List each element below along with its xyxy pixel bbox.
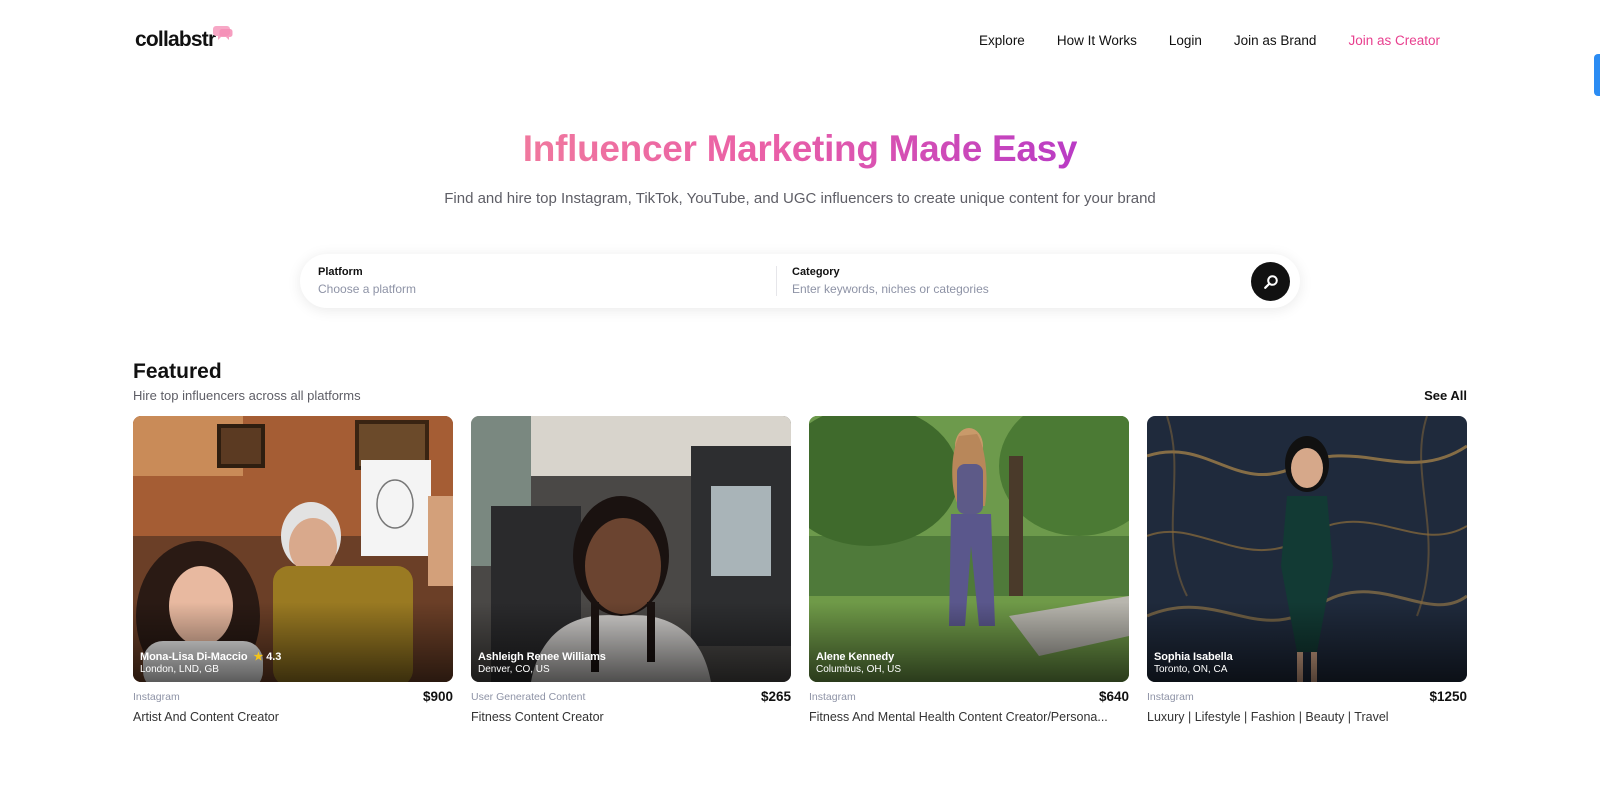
category-field[interactable]: Category Enter keywords, niches or categ… <box>792 266 1232 296</box>
price: $900 <box>422 689 453 704</box>
platform-placeholder[interactable]: Choose a platform <box>318 282 758 296</box>
creator-card[interactable]: Ashleigh Renee Williams Denver, CO, US U… <box>471 416 791 724</box>
creator-description: Fitness Content Creator <box>471 710 604 724</box>
category-placeholder[interactable]: Enter keywords, niches or categories <box>792 282 1232 296</box>
site-header: collabstr Explore How It Works Login Joi… <box>0 0 1600 96</box>
nav-how-it-works[interactable]: How It Works <box>1057 33 1137 48</box>
nav-join-as-brand[interactable]: Join as Brand <box>1234 33 1317 48</box>
platform-tag: Instagram <box>809 691 856 703</box>
price: $1250 <box>1429 689 1467 704</box>
creator-location: Toronto, ON, CA <box>1154 664 1228 675</box>
see-all-link[interactable]: See All <box>1424 388 1467 403</box>
chat-bubble-icon <box>213 26 233 40</box>
creator-photo[interactable]: Sophia Isabella Toronto, ON, CA <box>1147 416 1467 682</box>
creator-location: Denver, CO, US <box>478 664 550 675</box>
category-label: Category <box>792 266 840 278</box>
logo-text: collabstr <box>135 28 216 51</box>
creator-description: Luxury | Lifestyle | Fashion | Beauty | … <box>1147 710 1389 724</box>
star-icon: ★ <box>253 651 264 663</box>
creator-name: Alene Kennedy <box>816 651 895 663</box>
creator-location: London, LND, GB <box>140 664 219 675</box>
main-nav: Explore How It Works Login Join as Brand… <box>979 33 1440 48</box>
creator-card[interactable]: Sophia Isabella Toronto, ON, CA Instagra… <box>1147 416 1467 724</box>
hero-subtitle: Find and hire top Instagram, TikTok, You… <box>444 190 1156 207</box>
hero-title-text: Influencer Marketing Made Easy <box>522 128 1078 169</box>
creator-photo[interactable]: Ashleigh Renee Williams Denver, CO, US <box>471 416 791 682</box>
creator-name: Ashleigh Renee Williams <box>478 651 606 663</box>
platform-tag: Instagram <box>133 691 180 703</box>
card-meta: Instagram $900 <box>133 687 453 709</box>
nav-explore[interactable]: Explore <box>979 33 1025 48</box>
creator-name: Mona-Lisa Di-Maccio ★ 4.3 <box>140 650 281 663</box>
card-meta: User Generated Content $265 <box>471 687 791 709</box>
creator-card[interactable]: Mona-Lisa Di-Maccio ★ 4.3 London, LND, GB … <box>133 416 453 724</box>
creator-name-text: Mona-Lisa Di-Maccio <box>140 651 248 663</box>
creator-description: Artist And Content Creator <box>133 710 279 724</box>
platform-label: Platform <box>318 266 363 278</box>
rating-value: 4.3 <box>266 651 282 663</box>
creator-card[interactable]: Alene Kennedy Columbus, OH, US Instagram… <box>809 416 1129 724</box>
search-button[interactable] <box>1251 262 1290 301</box>
search-icon <box>1263 274 1278 289</box>
platform-tag: User Generated Content <box>471 691 586 703</box>
featured-subtitle: Hire top influencers across all platform… <box>133 388 361 403</box>
creator-photo[interactable]: Alene Kennedy Columbus, OH, US <box>809 416 1129 682</box>
platform-field[interactable]: Platform Choose a platform <box>318 266 758 296</box>
rating: ★ 4.3 <box>254 651 282 663</box>
nav-join-as-creator[interactable]: Join as Creator <box>1348 33 1440 48</box>
nav-login[interactable]: Login <box>1169 33 1202 48</box>
featured-title: Featured <box>133 360 222 383</box>
card-meta: Instagram $640 <box>809 687 1129 709</box>
collabstr-logo[interactable]: collabstr <box>135 26 233 56</box>
price: $640 <box>1098 689 1129 704</box>
search-divider <box>776 266 777 296</box>
search-bar: Platform Choose a platform Category Ente… <box>300 254 1300 308</box>
creator-location: Columbus, OH, US <box>816 664 902 675</box>
side-feedback-tab[interactable] <box>1594 54 1600 96</box>
creator-name: Sophia Isabella <box>1154 651 1233 663</box>
creator-photo[interactable]: Mona-Lisa Di-Maccio ★ 4.3 London, LND, GB <box>133 416 453 682</box>
platform-tag: Instagram <box>1147 691 1194 703</box>
price: $265 <box>760 689 791 704</box>
card-meta: Instagram $1250 <box>1147 687 1467 709</box>
creator-description: Fitness And Mental Health Content Creato… <box>809 710 1108 724</box>
hero-title: Influencer Marketing Made Easy <box>0 128 1600 170</box>
